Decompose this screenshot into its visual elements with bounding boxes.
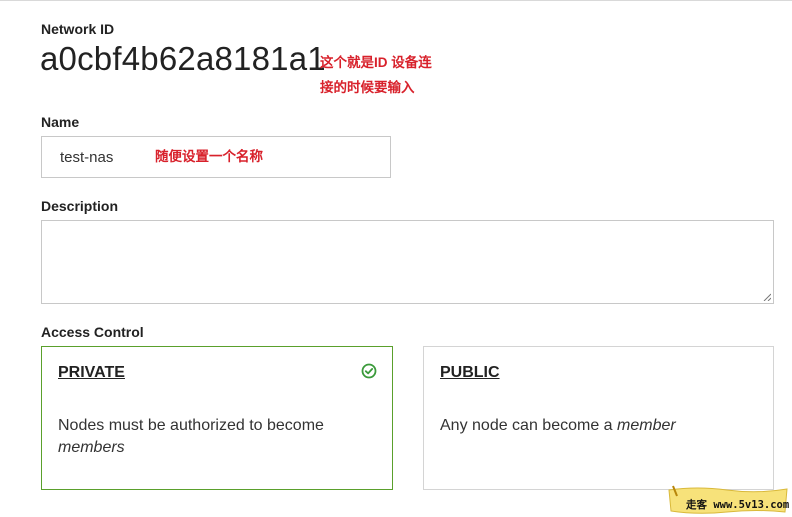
description-label: Description	[41, 198, 119, 214]
resize-grip-icon[interactable]	[763, 293, 771, 301]
network-id-value: a0cbf4b62a8181a1	[40, 40, 326, 77]
access-public-card[interactable]: PUBLIC Any node can become a member	[423, 346, 774, 490]
access-private-desc-em: members	[58, 439, 125, 456]
network-id-label: Network ID	[41, 21, 115, 37]
access-private-card[interactable]: PRIVATE Nodes must be authorized to beco…	[41, 346, 393, 490]
watermark-text: 走客 www.5v13.com	[686, 499, 790, 511]
access-public-description: Any node can become a member	[440, 415, 757, 437]
access-private-description: Nodes must be authorized to become membe…	[58, 415, 376, 459]
access-public-title: PUBLIC	[440, 364, 500, 381]
top-divider	[0, 0, 792, 1]
access-public-desc-text: Any node can become a	[440, 417, 613, 434]
description-textarea[interactable]	[41, 220, 774, 304]
id-annotation-line1: 这个就是ID 设备连	[320, 55, 432, 70]
name-annotation: 随便设置一个名称	[155, 149, 263, 164]
access-control-label: Access Control	[41, 324, 144, 340]
access-private-title: PRIVATE	[58, 364, 125, 381]
access-public-desc-em: member	[617, 417, 676, 434]
name-input-value: test-nas	[60, 148, 114, 166]
access-private-desc-text: Nodes must be authorized to become	[58, 417, 324, 434]
id-annotation-line2: 接的时候要输入	[320, 80, 415, 95]
name-label: Name	[41, 114, 80, 130]
check-circle-icon	[361, 363, 377, 379]
